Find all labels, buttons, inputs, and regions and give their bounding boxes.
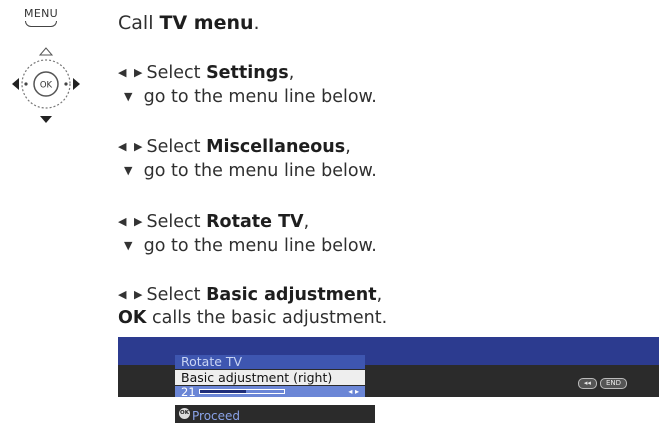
- step-3: ◀ ▶ Select Rotate TV, ▼ go to the menu li…: [118, 210, 377, 258]
- left-arrow-icon: ◀: [118, 140, 127, 153]
- step-4-prefix: Select: [146, 285, 207, 305]
- tv-proceed-label: Proceed: [192, 409, 241, 423]
- tv-slider-fill: [200, 390, 247, 393]
- intro-bold: TV menu: [159, 12, 254, 34]
- left-arrow-icon: ◀: [118, 288, 127, 301]
- tv-menu-item-basic-adjustment: Basic adjustment (right): [175, 370, 365, 385]
- right-arrow-icon: ▶: [134, 140, 143, 153]
- right-arrow-icon: ▶: [134, 215, 143, 228]
- down-arrow-icon: ▼: [124, 239, 133, 252]
- step-3-suffix: ,: [303, 212, 310, 232]
- menu-key-icon: MENU: [24, 8, 58, 27]
- tv-screen-preview: Rotate TV Basic adjustment (right) 21 ◂ …: [118, 337, 659, 397]
- step-3-line2: go to the menu line below.: [143, 236, 377, 256]
- down-arrow-icon: ▼: [124, 164, 133, 177]
- step-1-prefix: Select: [146, 63, 207, 83]
- step-1-suffix: ,: [288, 63, 295, 83]
- step-2-prefix: Select: [146, 137, 207, 157]
- tv-slider: [199, 389, 285, 394]
- step-2-line2: go to the menu line below.: [143, 161, 377, 181]
- step-2: ◀ ▶ Select Miscellaneous, ▼ go to the men…: [118, 135, 377, 183]
- menu-key-label: MENU: [24, 7, 58, 20]
- step-2-suffix: ,: [345, 137, 351, 157]
- ok-key-label: OK: [40, 81, 53, 91]
- step-4-bold: Basic adjustment: [206, 285, 377, 305]
- tv-value: 21: [181, 385, 196, 397]
- step-4-line2: calls the basic adjustment.: [152, 308, 388, 328]
- tv-end-button: END: [599, 378, 627, 389]
- step-1-bold: Settings: [206, 63, 289, 83]
- tv-value-arrows-icon: ◂ ▸: [348, 387, 359, 396]
- arrow-up-icon: [38, 47, 54, 56]
- intro-suffix: .: [253, 12, 260, 34]
- intro-prefix: Call: [118, 12, 160, 34]
- right-arrow-icon: ▶: [134, 66, 143, 79]
- step-4: ◀ ▶ Select Basic adjustment, OK calls the…: [118, 283, 387, 330]
- arrow-down-icon: [40, 116, 52, 123]
- step-1-line2: go to the menu line below.: [143, 87, 377, 107]
- step-3-prefix: Select: [146, 212, 207, 232]
- right-arrow-icon: ▶: [134, 288, 143, 301]
- ok-button-label: OK: [180, 410, 189, 416]
- left-arrow-icon: ◀: [118, 66, 127, 79]
- arrow-right-icon: [73, 78, 80, 90]
- menu-key-bracket: [25, 21, 57, 27]
- tv-menu-title: Rotate TV: [175, 355, 365, 369]
- ok-button-icon: OK: [179, 408, 190, 419]
- tv-back-button: ◂◂: [577, 378, 597, 389]
- left-arrow-icon: ◀: [118, 215, 127, 228]
- intro-text: Call TV menu.: [118, 12, 260, 35]
- tv-buttons: ◂◂ END: [575, 373, 627, 392]
- step-3-bold: Rotate TV: [206, 212, 304, 232]
- down-arrow-icon: ▼: [124, 90, 133, 103]
- ok-key-text: OK: [118, 308, 147, 328]
- step-2-bold: Miscellaneous: [206, 137, 346, 157]
- step-1: ◀ ▶ Select Settings, ▼ go to the menu lin…: [118, 61, 377, 109]
- tv-menu-value-row: 21 ◂ ▸: [175, 386, 365, 397]
- navigation-pad-icon: OK: [12, 44, 82, 124]
- step-4-suffix: ,: [376, 285, 383, 305]
- tv-proceed-row: OK Proceed: [175, 405, 375, 423]
- arrow-left-icon: [12, 78, 19, 90]
